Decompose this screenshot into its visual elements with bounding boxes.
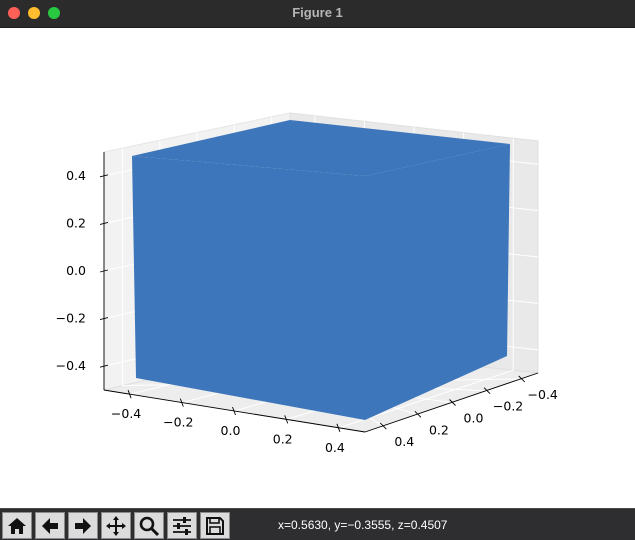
z-tick-label: 0.4 — [66, 168, 86, 183]
y-tick-label: −0.4 — [528, 387, 558, 402]
save-floppy-icon — [206, 517, 224, 535]
home-icon — [8, 518, 26, 534]
x-tick-label: 0.2 — [273, 431, 293, 446]
forward-arrow-icon — [75, 518, 91, 534]
cube-front-left-face — [132, 156, 365, 420]
z-tick-label: 0.2 — [66, 215, 86, 230]
zoom-button[interactable] — [134, 512, 164, 539]
x-tick-label: 0.0 — [221, 423, 241, 438]
save-button[interactable] — [200, 512, 230, 539]
y-tick-label: 0.0 — [464, 411, 484, 426]
window-titlebar: Figure 1 — [0, 0, 635, 28]
z-tick-label: −0.4 — [56, 358, 86, 373]
pan-button[interactable] — [101, 512, 131, 539]
home-button[interactable] — [2, 512, 32, 539]
z-tick-labels: 0.4 0.2 0.0 −0.2 −0.4 — [56, 168, 86, 373]
y-tick-label: −0.2 — [493, 399, 523, 414]
back-arrow-icon — [42, 518, 58, 534]
pan-move-icon — [106, 516, 126, 536]
subplots-config-icon — [173, 517, 191, 535]
x-tick-label: 0.4 — [325, 440, 345, 455]
forward-button[interactable] — [68, 512, 98, 539]
x-tick-label: −0.2 — [163, 415, 193, 430]
y-tick-label: 0.4 — [394, 434, 414, 449]
figure-canvas[interactable]: 0.4 0.2 0.0 −0.2 −0.4 −0.4 −0.2 0.0 0.2 0.4 0.4 0… — [0, 28, 635, 508]
x-tick-label: −0.4 — [111, 406, 141, 421]
configure-subplots-button[interactable] — [167, 512, 197, 539]
cursor-coordinates: x=0.5630, y=−0.3555, z=0.4507 — [278, 518, 448, 532]
window-title: Figure 1 — [292, 5, 343, 20]
y-tick-label: 0.2 — [429, 422, 449, 437]
z-tick-label: −0.2 — [56, 311, 86, 326]
figure-toolbar: x=0.5630, y=−0.3555, z=0.4507 — [0, 508, 635, 540]
back-button[interactable] — [35, 512, 65, 539]
zoom-magnifier-icon — [139, 516, 160, 537]
3d-plot[interactable]: 0.40.20.0−0.2−0.4 −0.4−0.20.00.20.4 0.40… — [0, 28, 635, 508]
z-tick-label: 0.0 — [66, 263, 86, 278]
